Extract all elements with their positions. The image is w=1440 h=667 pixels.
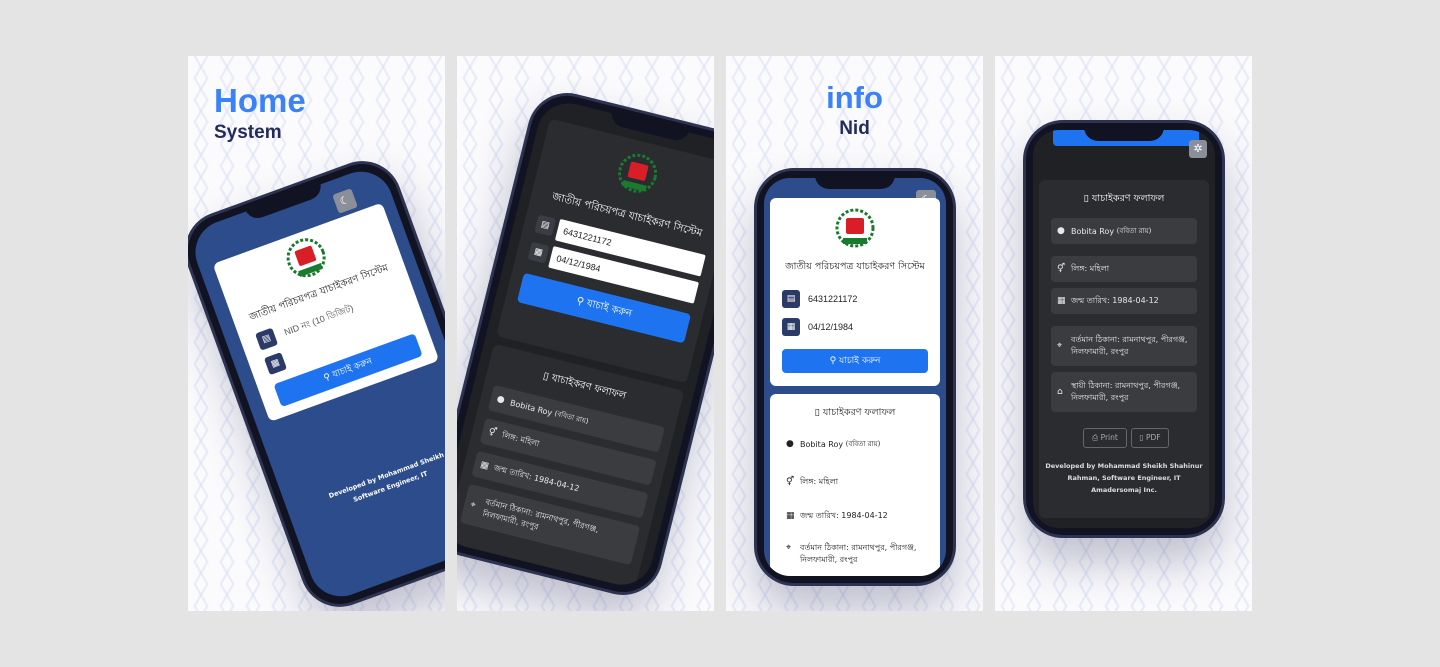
result-row-dob: ▦ জন্ম তারিখ: 1984-04-12 [1051, 288, 1197, 314]
map-pin-icon: ⌖ [1057, 341, 1063, 351]
gender-icon: ⚥ [1057, 264, 1066, 274]
print-button-label: Print [1100, 433, 1118, 442]
search-card: জাতীয় পরিচয়পত্র যাচাইকরণ সিস্টেম ▤ 643… [496, 118, 714, 384]
name-value: Bobita Roy [800, 439, 844, 449]
developer-credit: Developed by Mohammad Sheikh Shahinur Ra… [1045, 460, 1203, 496]
result-card: ▯ যাচাইকরণ ফলাফল ● Bobita Roy (ববিতা রায়… [457, 343, 685, 592]
result-title-text: যাচাইকরণ ফলাফল [822, 407, 896, 418]
search-icon: ⚲ [829, 356, 840, 366]
result-row-permanent-address: ⌂ স্থায়ী ঠিকানা: রামনাথপুর, পীরগঞ্জ, নিল… [1051, 372, 1197, 412]
panel-dark-search: ✲ জাতীয় পরিচয়পত্র যাচাইকরণ সিস্টেম ▤ 6… [457, 56, 714, 611]
name-bn-value: (ববিতা রায়) [845, 440, 881, 448]
phone-screen: ☾ জাতীয় পরিচয়পত্র যাচাইকরণ সিস্টেম ▤ 6… [764, 178, 946, 576]
gear-icon: ✲ [1193, 142, 1203, 155]
calendar-icon: ▦ [1057, 296, 1066, 306]
search-button-label: যাচাই করুন [839, 356, 881, 366]
gender-value: লিঙ্গ: মহিলা [501, 429, 541, 448]
dob-value: জন্ম তারিখ: 1984-04-12 [1071, 295, 1159, 305]
name-bn-value: (ববিতা রায়) [1116, 227, 1152, 235]
panel-dark-result: ✲ ▯ যাচাইকরণ ফলাফল ● Bobita Roy (ববিতা রা… [995, 56, 1252, 611]
calendar-icon: ▦ [786, 511, 795, 521]
print-button[interactable]: ⎙ Print [1083, 428, 1127, 448]
home-icon: ⌂ [1057, 387, 1063, 397]
file-icon: ▯ [814, 407, 823, 418]
panel-heading: Home [214, 82, 306, 119]
dob-value: জন্ম তারিখ: 1984-04-12 [493, 462, 581, 493]
id-card-icon: ▤ [534, 214, 557, 237]
user-icon: ● [495, 394, 506, 406]
gov-seal-icon [286, 238, 326, 278]
panel-heading: info [826, 80, 883, 115]
phone-mockup: ☾ জাতীয় পরিচয়পত্র যাচাইকরণ সিস্টেম ▤ 6… [754, 168, 956, 586]
search-card: জাতীয় পরিচয়পত্র যাচাইকরণ সিস্টেম ▤ NID… [212, 202, 440, 422]
result-title-text: যাচাইকরণ ফলাফল [1091, 193, 1165, 204]
present-address-value: বর্তমান ঠিকানা: রামনাথপুর, পীরগঞ্জ, নিলফ… [800, 543, 917, 564]
calendar-icon: ▦ [527, 241, 550, 264]
phone-mockup: ✲ ▯ যাচাইকরণ ফলাফল ● Bobita Roy (ববিতা রা… [1023, 120, 1225, 538]
panel-info: info Nid ☾ জাতীয় পরিচয়পত্র যাচাইকরণ সি… [726, 56, 983, 611]
name-bn-value: (ববিতা রায়) [553, 409, 590, 426]
calendar-icon: ▦ [479, 460, 490, 472]
nid-input[interactable]: 6431221172 [802, 289, 928, 309]
panel-subheading: System [214, 122, 282, 143]
phone-notch [1084, 123, 1164, 141]
present-address-value: বর্তমান ঠিকানা: রামনাথপুর, পীরগঞ্জ, নিলফ… [1071, 335, 1188, 356]
name-value: Bobita Roy [1071, 226, 1115, 236]
gender-icon: ⚥ [786, 477, 795, 487]
search-button[interactable]: ⚲ যাচাই করুন [782, 349, 928, 373]
id-card-icon: ▤ [255, 327, 279, 351]
calendar-icon: ▦ [263, 352, 288, 376]
panel-subheading: Nid [839, 118, 870, 139]
gender-value: লিঙ্গ: মহিলা [1071, 263, 1110, 273]
result-row-name: ● Bobita Roy (ববিতা রায়) [1051, 218, 1197, 244]
gov-seal-icon [835, 208, 875, 248]
dob-value: জন্ম তারিখ: 1984-04-12 [800, 510, 888, 520]
calendar-icon: ▦ [782, 318, 800, 336]
theme-toggle-button[interactable]: ✲ [1189, 140, 1207, 158]
moon-icon: ☾ [338, 192, 352, 209]
user-icon: ● [786, 439, 794, 449]
footer-line-3: Amadersomaj Inc. [1091, 486, 1157, 494]
phone-screen: ✲ ▯ যাচাইকরণ ফলাফল ● Bobita Roy (ববিতা রা… [1033, 130, 1215, 528]
result-title: ▯ যাচাইকরণ ফলাফল [1039, 192, 1209, 207]
map-pin-icon: ⌖ [469, 499, 477, 511]
panel-home: Home System ☾ জাতীয় পরিচয়পত্র যাচাইকরণ… [188, 56, 445, 611]
result-card: ▯ যাচাইকরণ ফলাফল ● Bobita Roy (ববিতা রায়… [1039, 180, 1209, 518]
result-row-gender: ⚥ লিঙ্গ: মহিলা [780, 474, 930, 490]
name-value: Bobita Roy [509, 397, 554, 418]
gender-icon: ⚥ [487, 427, 498, 439]
gender-value: লিঙ্গ: মহিলা [800, 476, 839, 486]
pdf-button[interactable]: ▯ PDF [1131, 428, 1169, 448]
result-card: ▯ যাচাইকরণ ফলাফল ● Bobita Roy (ববিতা রায়… [770, 394, 940, 576]
id-card-icon: ▤ [782, 290, 800, 308]
printer-icon: ⎙ [1092, 433, 1101, 442]
gov-seal-icon [618, 153, 658, 193]
result-row-gender: ⚥ লিঙ্গ: মহিলা [1051, 256, 1197, 282]
result-title-text: যাচাইকরণ ফলাফল [550, 372, 628, 402]
map-pin-icon: ⌖ [786, 543, 792, 553]
phone-notch [815, 171, 895, 189]
result-row-present-address: ⌖ বর্তমান ঠিকানা: রামনাথপুর, পীরগঞ্জ, নিল… [780, 542, 930, 572]
result-row-present-address: ⌖ বর্তমান ঠিকানা: রামনাথপুর, পীরগঞ্জ, নিল… [1051, 326, 1197, 366]
footer-line-2: Rahman, Software Engineer, IT [1067, 474, 1181, 482]
pdf-button-label: PDF [1145, 433, 1161, 442]
footer-line-1: Developed by Mohammad Sheikh Shahinur [1045, 462, 1203, 470]
result-row-name: ● Bobita Roy (ববিতা রায়) [780, 436, 930, 452]
result-title: ▯ যাচাইকরণ ফলাফল [770, 406, 940, 421]
result-row-dob: ▦ জন্ম তারিখ: 1984-04-12 [780, 508, 930, 524]
permanent-address-value: স্থায়ী ঠিকানা: রামনাথপুর, পীরগঞ্জ, নিলফ… [1071, 381, 1181, 402]
search-card: জাতীয় পরিচয়পত্র যাচাইকরণ সিস্টেম ▤ 643… [770, 198, 940, 386]
file-icon: ▯ [1083, 193, 1092, 204]
search-button-label: যাচাই করুন [585, 297, 633, 320]
theme-toggle-button[interactable]: ☾ [332, 188, 358, 214]
user-icon: ● [1057, 226, 1065, 236]
developer-credit: Developed by Mohammad Sheikh Software En… [295, 437, 445, 525]
search-button-label: যাচাই করুন [331, 356, 374, 381]
dob-input[interactable]: 04/12/1984 [802, 317, 928, 337]
app-title: জাতীয় পরিচয়পত্র যাচাইকরণ সিস্টেম [785, 261, 925, 272]
